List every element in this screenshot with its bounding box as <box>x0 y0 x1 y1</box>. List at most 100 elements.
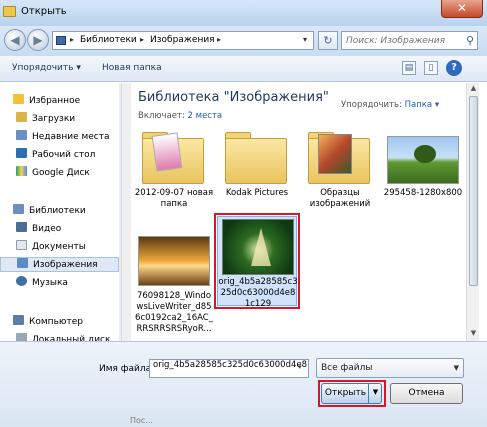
image-preview <box>151 132 183 172</box>
nav-item-documents[interactable]: Документы <box>16 240 86 255</box>
nav-item-images[interactable]: Изображения <box>0 257 119 272</box>
close-button[interactable]: ✕ <box>441 0 483 18</box>
breadcrumb-libraries[interactable]: Библиотеки <box>80 35 137 45</box>
arrange-dropdown[interactable]: Папка ▾ <box>405 100 439 110</box>
nav-item-label: Загрузки <box>32 114 76 124</box>
desktop-icon <box>16 148 27 158</box>
back-button[interactable]: ◀ <box>4 29 26 51</box>
file-list: Библиотека "Изображения" Включает: 2 мес… <box>131 83 464 341</box>
arrow-right-icon: ▶ <box>33 33 43 47</box>
tile-label: 2012-09-07 новая папка <box>134 188 214 209</box>
file-type-select[interactable]: Все файлы ▼ <box>316 358 464 378</box>
file-tile[interactable]: 295458-1280x800 <box>383 128 463 214</box>
nav-item-label: Музыка <box>32 278 68 288</box>
chevron-down-icon: ▾ <box>76 63 81 73</box>
highlight-outline <box>318 380 386 407</box>
nav-item-label: Google Диск <box>32 168 90 178</box>
refresh-button[interactable]: ↻ <box>318 31 338 50</box>
image-preview <box>318 134 352 174</box>
folder-icon <box>3 6 16 17</box>
image-thumbnail <box>387 136 459 184</box>
nav-item-video[interactable]: Видео <box>16 222 61 237</box>
scroll-up-icon[interactable]: ▲ <box>468 84 479 95</box>
organize-menu[interactable]: Упорядочить ▾ <box>12 63 81 73</box>
title-bar: Открыть ✕ <box>0 0 487 26</box>
help-icon[interactable]: ? <box>446 60 462 76</box>
search-box[interactable]: ⚲ <box>341 31 478 50</box>
tile-label: 295458-1280x800 <box>383 188 463 198</box>
file-tile[interactable]: 2012-09-07 новая папка <box>134 128 214 214</box>
breadcrumb-images[interactable]: Изображения <box>150 35 215 45</box>
tile-label: 76098128_WindowsLiveWriter_d856c0192ca2_… <box>135 291 213 334</box>
preview-pane-icon[interactable]: ▯ <box>424 61 438 75</box>
scroll-thumb[interactable] <box>469 96 478 286</box>
file-type-value: Все файлы <box>321 363 373 373</box>
star-icon <box>13 94 24 104</box>
nav-item-google-drive[interactable]: Google Диск <box>16 166 90 181</box>
documents-icon <box>16 240 27 250</box>
highlight-outline <box>214 213 300 309</box>
tile-label: Образцы изображений <box>309 188 371 209</box>
new-folder-button[interactable]: Новая папка <box>102 63 162 73</box>
nav-item-music[interactable]: Музыка <box>16 276 68 291</box>
computer-icon <box>13 315 24 325</box>
chevron-down-icon[interactable]: ▾ <box>298 363 302 371</box>
nav-computer-label: Компьютер <box>29 317 83 327</box>
library-title: Библиотека "Изображения" <box>138 90 329 105</box>
image-thumbnail <box>138 236 210 286</box>
pictures-icon <box>17 258 28 268</box>
chevron-right-icon[interactable]: ▸ <box>70 35 74 44</box>
music-icon <box>16 276 27 286</box>
library-icon <box>56 36 66 45</box>
recent-places-icon <box>16 130 27 140</box>
search-input[interactable] <box>346 33 464 49</box>
file-tile[interactable]: Образцы изображений <box>300 128 380 214</box>
nav-item-label: Рабочий стол <box>32 150 96 160</box>
address-bar[interactable]: ▸ Библиотеки ▸ Изображения ▸ ▾ <box>52 31 314 50</box>
nav-libraries-label: Библиотеки <box>29 206 86 216</box>
nav-item-downloads[interactable]: Загрузки <box>16 112 75 127</box>
chevron-right-icon[interactable]: ▸ <box>217 35 221 44</box>
tree-shape <box>414 145 436 163</box>
file-name-panel: Имя файла: orig_4b5a28585c325d0c63000d4e… <box>0 341 487 427</box>
nav-favorites-label: Избранное <box>29 96 81 106</box>
filename-value: orig_4b5a28585c325d0c63000d4e8 <box>153 360 308 370</box>
content-scrollbar[interactable]: ▲ ▼ <box>466 83 479 341</box>
refresh-icon: ↻ <box>323 34 333 47</box>
folder-icon <box>225 138 287 184</box>
command-bar: Упорядочить ▾ Новая папка ▤ ▯ ? <box>0 56 487 82</box>
includes-link[interactable]: 2 места <box>188 111 223 121</box>
file-tile[interactable]: Kodak Pictures <box>217 128 297 214</box>
window-title: Открыть <box>21 6 67 17</box>
arrow-left-icon: ◀ <box>10 33 20 47</box>
cancel-button[interactable]: Отмена <box>390 383 463 404</box>
forward-button[interactable]: ▶ <box>27 29 49 51</box>
filename-input[interactable]: orig_4b5a28585c325d0c63000d4e8 <box>149 359 309 378</box>
nav-libraries[interactable]: Библиотеки <box>13 204 86 219</box>
google-drive-icon <box>16 166 27 176</box>
nav-scrollbar[interactable] <box>121 83 131 341</box>
arrange-label: Упорядочить: <box>341 100 402 110</box>
nav-favorites[interactable]: Избранное <box>13 94 80 109</box>
nav-item-label: Изображения <box>33 260 98 270</box>
address-bar-area: ◀ ▶ ▸ Библиотеки ▸ Изображения ▸ ▾ ↻ ⚲ <box>0 26 487 56</box>
includes-label: Включает: <box>138 111 185 121</box>
file-tile[interactable]: 76098128_WindowsLiveWriter_d856c0192ca2_… <box>134 216 214 336</box>
nav-item-desktop[interactable]: Рабочий стол <box>16 148 95 163</box>
nav-computer[interactable]: Компьютер <box>13 315 83 330</box>
search-icon[interactable]: ⚲ <box>466 34 474 47</box>
scroll-down-icon[interactable]: ▼ <box>468 329 479 340</box>
organize-label: Упорядочить <box>12 63 74 73</box>
navigation-pane: Избранное Загрузки Недавние места Рабочи… <box>0 83 119 345</box>
chevron-down-icon: ▼ <box>453 364 459 372</box>
library-includes: Включает: 2 места <box>138 111 222 121</box>
chevron-right-icon[interactable]: ▸ <box>140 35 144 44</box>
nav-item-recent[interactable]: Недавние места <box>16 130 110 145</box>
view-options-icon[interactable]: ▤ <box>402 61 416 75</box>
chevron-down-icon[interactable]: ▾ <box>303 35 307 44</box>
arrange-value: Папка <box>404 100 433 110</box>
library-icon <box>13 204 24 214</box>
folder-icon <box>16 112 27 122</box>
filename-label: Имя файла: <box>99 364 155 374</box>
nav-item-label: Документы <box>32 242 86 252</box>
